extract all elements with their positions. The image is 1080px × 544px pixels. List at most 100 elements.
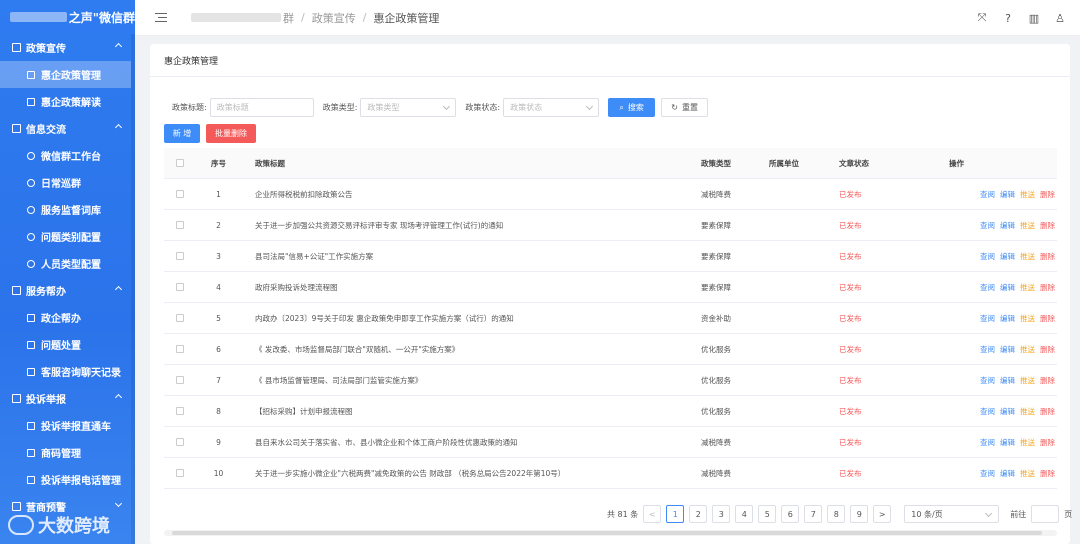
edit-link[interactable]: 编辑 (1000, 282, 1015, 293)
push-link[interactable]: 推送 (1020, 406, 1035, 417)
view-link[interactable]: 查阅 (980, 344, 995, 355)
sidebar-group-2[interactable]: 服务帮办 (0, 277, 135, 304)
sidebar-item-1-4[interactable]: 人员类型配置 (0, 250, 135, 277)
status-select[interactable]: 政策状态 (503, 98, 600, 117)
push-link[interactable]: 推送 (1020, 313, 1035, 324)
page-button[interactable]: 5 (758, 505, 777, 523)
page-button[interactable]: 8 (827, 505, 846, 523)
push-link[interactable]: 推送 (1020, 375, 1035, 386)
page-button[interactable]: 2 (689, 505, 708, 523)
panel-title: 惠企政策管理 (150, 44, 1070, 77)
sidebar-item-1-3[interactable]: 问题类别配置 (0, 223, 135, 250)
fullscreen-icon[interactable]: ⤧ (976, 11, 988, 25)
breadcrumb-item-group[interactable]: 群 (283, 10, 294, 26)
edit-link[interactable]: 编辑 (1000, 313, 1015, 324)
row-checkbox[interactable] (176, 345, 184, 353)
row-checkbox[interactable] (176, 283, 184, 291)
push-link[interactable]: 推送 (1020, 189, 1035, 200)
sidebar-item-2-2[interactable]: 客服咨询聊天记录 (0, 358, 135, 385)
sidebar-item-1-2[interactable]: 服务监督词库 (0, 196, 135, 223)
sidebar-item-2-1[interactable]: 问题处置 (0, 331, 135, 358)
push-link[interactable]: 推送 (1020, 282, 1035, 293)
push-link[interactable]: 推送 (1020, 344, 1035, 355)
row-checkbox[interactable] (176, 314, 184, 322)
edit-link[interactable]: 编辑 (1000, 406, 1015, 417)
page-size-select[interactable]: 10 条/页 (904, 505, 1000, 523)
sidebar-item-0-0[interactable]: 惠企政策管理 (0, 61, 131, 88)
delete-link[interactable]: 删除 (1040, 282, 1055, 293)
delete-link[interactable]: 删除 (1040, 220, 1055, 231)
delete-link[interactable]: 删除 (1040, 437, 1055, 448)
edit-link[interactable]: 编辑 (1000, 220, 1015, 231)
delete-link[interactable]: 删除 (1040, 406, 1055, 417)
page-button[interactable]: 1 (666, 505, 685, 523)
breadcrumb-item-policy[interactable]: 政策宣传 (312, 10, 356, 26)
sidebar-item-1-1[interactable]: 日常巡群 (0, 169, 135, 196)
page-button[interactable]: 6 (781, 505, 800, 523)
edit-link[interactable]: 编辑 (1000, 344, 1015, 355)
page-button[interactable]: 7 (804, 505, 823, 523)
view-link[interactable]: 查阅 (980, 282, 995, 293)
row-checkbox[interactable] (176, 407, 184, 415)
chart-icon[interactable]: ▥ (1028, 12, 1040, 25)
search-button[interactable]: ⌕ 搜索 (608, 98, 656, 117)
delete-link[interactable]: 删除 (1040, 313, 1055, 324)
view-link[interactable]: 查阅 (980, 313, 995, 324)
sidebar-group-3[interactable]: 投诉举报 (0, 385, 135, 412)
page-button[interactable]: 9 (850, 505, 869, 523)
view-link[interactable]: 查阅 (980, 189, 995, 200)
view-link[interactable]: 查阅 (980, 251, 995, 262)
select-all-checkbox[interactable] (176, 159, 184, 167)
row-checkbox[interactable] (176, 376, 184, 384)
help-icon[interactable]: ? (1002, 12, 1014, 25)
delete-link[interactable]: 删除 (1040, 189, 1055, 200)
push-link[interactable]: 推送 (1020, 437, 1035, 448)
push-link[interactable]: 推送 (1020, 220, 1035, 231)
sidebar-item-2-0[interactable]: 政企帮办 (0, 304, 135, 331)
page-button[interactable]: 4 (735, 505, 754, 523)
row-checkbox[interactable] (176, 438, 184, 446)
edit-link[interactable]: 编辑 (1000, 251, 1015, 262)
jump-input[interactable] (1031, 505, 1060, 523)
view-link[interactable]: 查阅 (980, 468, 995, 479)
sidebar-scrollbar[interactable] (131, 34, 135, 544)
next-page-button[interactable]: > (873, 505, 892, 523)
row-checkbox[interactable] (176, 252, 184, 260)
row-checkbox[interactable] (176, 469, 184, 477)
edit-link[interactable]: 编辑 (1000, 189, 1015, 200)
delete-link[interactable]: 删除 (1040, 468, 1055, 479)
batch-delete-button[interactable]: 批量删除 (206, 124, 256, 143)
row-ops: 查阅 编辑 推送 删除 (949, 344, 1057, 355)
edit-link[interactable]: 编辑 (1000, 468, 1015, 479)
type-select[interactable]: 政策类型 (360, 98, 457, 117)
row-checkbox[interactable] (176, 190, 184, 198)
sidebar-item-3-0[interactable]: 投诉举报直通车 (0, 412, 135, 439)
user-icon[interactable]: ♙ (1054, 12, 1066, 25)
view-link[interactable]: 查阅 (980, 437, 995, 448)
edit-link[interactable]: 编辑 (1000, 437, 1015, 448)
reset-button[interactable]: ↻ 重置 (661, 98, 709, 117)
delete-link[interactable]: 删除 (1040, 344, 1055, 355)
sidebar-item-1-0[interactable]: 微信群工作台 (0, 142, 135, 169)
view-link[interactable]: 查阅 (980, 375, 995, 386)
view-link[interactable]: 查阅 (980, 220, 995, 231)
push-link[interactable]: 推送 (1020, 468, 1035, 479)
view-link[interactable]: 查阅 (980, 406, 995, 417)
sidebar-item-3-2[interactable]: 投诉举报电话管理 (0, 466, 135, 493)
row-checkbox[interactable] (176, 221, 184, 229)
edit-link[interactable]: 编辑 (1000, 375, 1015, 386)
sidebar-group-0[interactable]: 政策宣传 (0, 34, 135, 61)
prev-page-button[interactable]: < (643, 505, 662, 523)
add-button[interactable]: 新 增 (164, 124, 200, 143)
chevron-icon (114, 393, 123, 402)
sidebar-item-3-1[interactable]: 商码管理 (0, 439, 135, 466)
delete-link[interactable]: 删除 (1040, 251, 1055, 262)
delete-link[interactable]: 删除 (1040, 375, 1055, 386)
push-link[interactable]: 推送 (1020, 251, 1035, 262)
page-button[interactable]: 3 (712, 505, 731, 523)
menu-toggle-icon[interactable] (155, 12, 167, 23)
sidebar-group-1[interactable]: 信息交流 (0, 115, 135, 142)
sidebar-item-0-1[interactable]: 惠企政策解读 (0, 88, 135, 115)
title-input[interactable]: 政策标题 (209, 98, 314, 117)
horizontal-scrollbar[interactable] (164, 530, 1057, 536)
